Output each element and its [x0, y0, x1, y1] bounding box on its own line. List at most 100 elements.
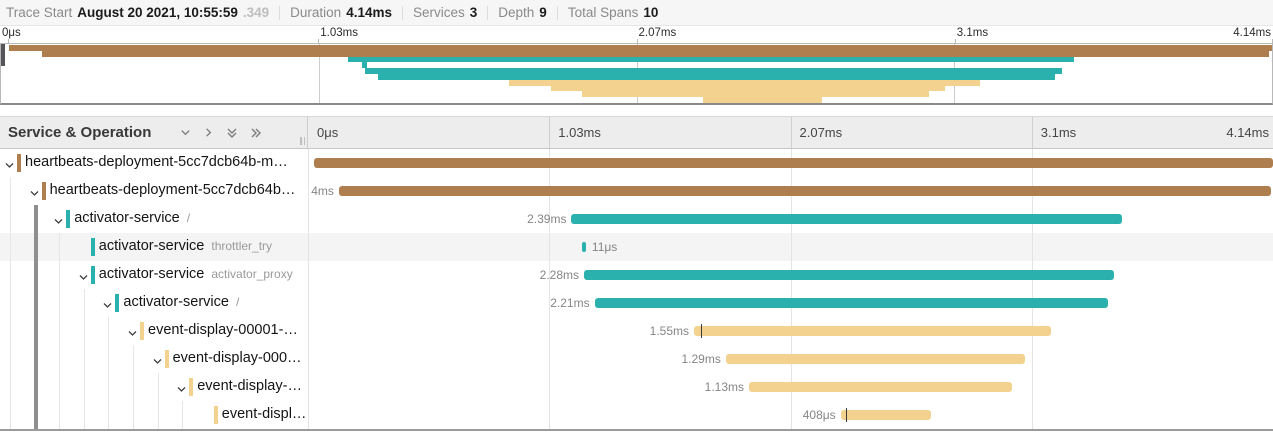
- tree-indent-guide: [84, 289, 85, 317]
- span-name-cell[interactable]: activator-service/: [0, 289, 308, 317]
- tree-indent-guide: [158, 373, 159, 401]
- span-service-name[interactable]: heartbeats-deployment-5cc7dcb64b-m…: [25, 154, 288, 170]
- span-duration-label: 2.28ms: [540, 268, 579, 282]
- span-bar[interactable]: [584, 270, 1114, 280]
- span-bar[interactable]: [726, 354, 1025, 364]
- span-track[interactable]: 11μs: [308, 233, 1273, 261]
- timeline-header-gridline: [1032, 117, 1033, 148]
- tree-indent-guide: [84, 345, 85, 373]
- span-bar[interactable]: [694, 326, 1051, 336]
- service-color-bar: [189, 378, 193, 396]
- span-row[interactable]: heartbeats-deployment-5cc7dcb64b-m…: [0, 149, 1273, 177]
- span-row[interactable]: event-display-… 1.13ms: [0, 373, 1273, 401]
- span-track[interactable]: 2.21ms: [308, 289, 1273, 317]
- span-service-name[interactable]: event-display-…: [197, 378, 302, 394]
- trace-start-label: Trace Start: [6, 5, 72, 20]
- chevron-down-icon[interactable]: [179, 126, 192, 139]
- span-row[interactable]: heartbeats-deployment-5cc7dcb64b… 4ms: [0, 177, 1273, 205]
- double-chevron-right-icon[interactable]: [249, 126, 263, 140]
- span-collapse-chevron-icon[interactable]: [102, 298, 113, 316]
- span-track[interactable]: 2.28ms: [308, 261, 1273, 289]
- service-color-bar: [91, 238, 95, 256]
- span-service-name[interactable]: event-display-000…: [173, 350, 302, 366]
- span-track[interactable]: 408μs: [308, 401, 1273, 429]
- tree-indent-guide: [34, 317, 38, 345]
- span-name-cell[interactable]: activator-serviceactivator_proxy: [0, 261, 308, 289]
- span-bar[interactable]: [749, 382, 1012, 392]
- span-duration-label: 1.55ms: [650, 324, 689, 338]
- ruler-tick-label: 2.07ms: [639, 27, 677, 39]
- minimap-left-scrubber-handle[interactable]: [1, 44, 5, 66]
- span-row[interactable]: activator-service/2.39ms: [0, 205, 1273, 233]
- tree-indent-guide: [59, 401, 60, 429]
- span-collapse-chevron-icon[interactable]: [4, 158, 15, 176]
- ruler-tick-label: 4.14ms: [1233, 27, 1271, 39]
- span-service-name[interactable]: event-display-00001-…: [148, 322, 298, 338]
- span-bar[interactable]: [841, 410, 932, 420]
- tree-indent-guide: [34, 289, 38, 317]
- tree-indent-guide: [34, 205, 38, 233]
- span-bar[interactable]: [314, 158, 1273, 168]
- span-rows: heartbeats-deployment-5cc7dcb64b-m… heart…: [0, 149, 1273, 429]
- span-service-name[interactable]: heartbeats-deployment-5cc7dcb64b…: [50, 182, 296, 198]
- span-service-name[interactable]: activator-servicethrottler_try: [99, 238, 272, 254]
- span-collapse-chevron-icon[interactable]: [53, 214, 64, 232]
- span-track[interactable]: 2.39ms: [308, 205, 1273, 233]
- services-label: Services: [413, 5, 465, 20]
- span-bar[interactable]: [595, 298, 1108, 308]
- ruler-tick-label: 3.1ms: [957, 27, 988, 39]
- span-bar[interactable]: [582, 242, 586, 252]
- double-chevron-down-icon[interactable]: [225, 126, 239, 140]
- span-name-cell[interactable]: activator-service/: [0, 205, 308, 233]
- span-row[interactable]: event-display-00001-… 1.55ms: [0, 317, 1273, 345]
- span-name-cell[interactable]: event-displ…: [0, 401, 308, 429]
- trace-minimap[interactable]: [0, 43, 1273, 105]
- span-track[interactable]: 4ms: [308, 177, 1273, 205]
- span-collapse-chevron-icon[interactable]: [152, 354, 163, 372]
- trace-total-spans: Total Spans 10: [558, 5, 669, 20]
- tree-indent-guide: [84, 373, 85, 401]
- span-name-cell[interactable]: heartbeats-deployment-5cc7dcb64b…: [0, 177, 308, 205]
- span-row[interactable]: activator-servicethrottler_try 11μs: [0, 233, 1273, 261]
- span-row[interactable]: event-displ…408μs: [0, 401, 1273, 429]
- tree-indent-guide: [59, 261, 60, 289]
- column-resize-grip[interactable]: [300, 137, 305, 145]
- span-name-cell[interactable]: event-display-00001-…: [0, 317, 308, 345]
- span-operation-name: /: [187, 211, 190, 225]
- span-track[interactable]: 1.13ms: [308, 373, 1273, 401]
- span-collapse-chevron-icon[interactable]: [78, 270, 89, 288]
- span-name-cell[interactable]: activator-servicethrottler_try: [0, 233, 308, 261]
- span-service-name[interactable]: activator-service/: [74, 210, 190, 226]
- span-duration-label: 2.21ms: [550, 296, 589, 310]
- span-track[interactable]: [308, 149, 1273, 177]
- tree-indent-guide: [59, 233, 60, 261]
- span-bar[interactable]: [571, 214, 1122, 224]
- span-track[interactable]: 1.29ms: [308, 345, 1273, 373]
- span-service-name[interactable]: event-displ…: [222, 406, 307, 422]
- chevron-right-icon[interactable]: [202, 126, 215, 139]
- tree-indent-guide: [10, 233, 11, 261]
- span-duration-label: 1.13ms: [705, 380, 744, 394]
- span-service-name[interactable]: activator-serviceactivator_proxy: [99, 266, 293, 282]
- span-name-cell[interactable]: event-display-…: [0, 373, 308, 401]
- span-collapse-chevron-icon[interactable]: [29, 186, 40, 204]
- span-duration-label: 4ms: [311, 184, 334, 198]
- total-spans-label: Total Spans: [568, 5, 639, 20]
- span-row[interactable]: event-display-000… 1.29ms: [0, 345, 1273, 373]
- span-collapse-chevron-icon[interactable]: [127, 326, 138, 344]
- tree-indent-guide: [133, 345, 134, 373]
- timeline-header-row: Service & Operation 0μs1.03ms2.07ms3.1ms…: [0, 116, 1273, 149]
- span-bar[interactable]: [339, 186, 1271, 196]
- span-collapse-chevron-icon[interactable]: [176, 382, 187, 400]
- span-row[interactable]: activator-serviceactivator_proxy 2.28ms: [0, 261, 1273, 289]
- ruler-tick-label: 0μs: [2, 27, 21, 39]
- trace-start-ms: .349: [243, 5, 269, 20]
- service-color-bar: [140, 322, 144, 340]
- span-track[interactable]: 1.55ms: [308, 317, 1273, 345]
- span-name-cell[interactable]: heartbeats-deployment-5cc7dcb64b-m…: [0, 149, 308, 177]
- service-color-bar: [214, 406, 218, 424]
- span-name-cell[interactable]: event-display-000…: [0, 345, 308, 373]
- span-service-name[interactable]: activator-service/: [123, 294, 239, 310]
- ruler-tick-label: 1.03ms: [320, 27, 358, 39]
- span-row[interactable]: activator-service/2.21ms: [0, 289, 1273, 317]
